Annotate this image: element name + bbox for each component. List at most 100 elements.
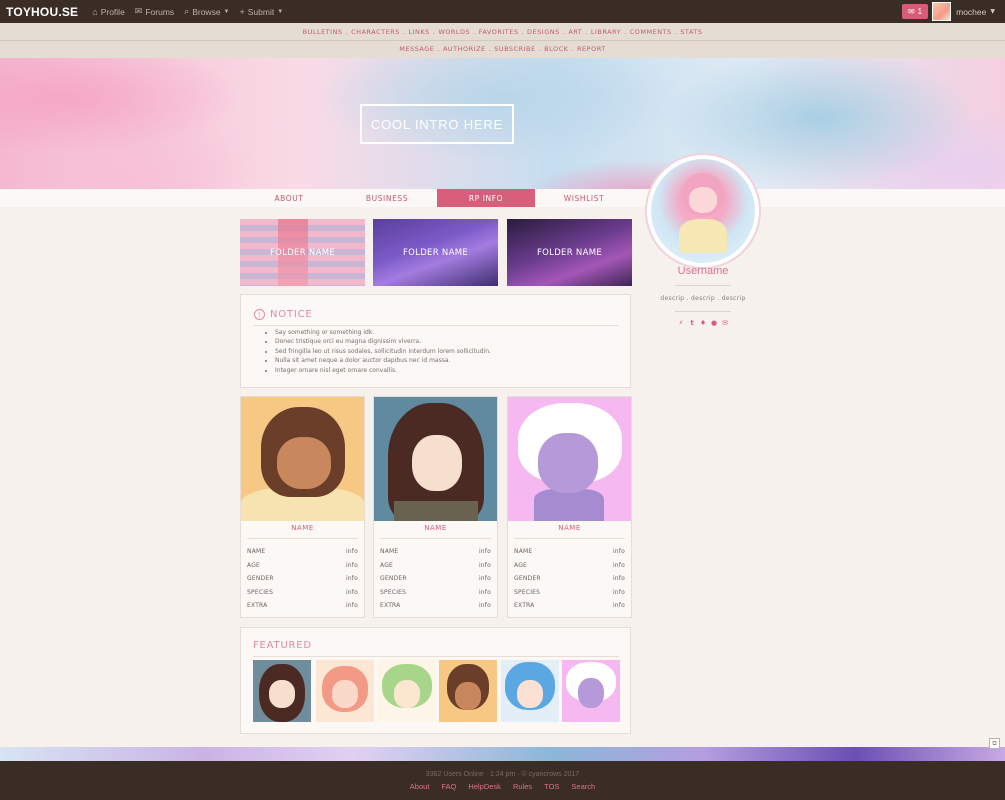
profile-subnav: BULLETINS. CHARACTERS. LINKS. WORLDS. FAVORI…	[0, 23, 1005, 58]
folder-tile[interactable]: FOLDER NAME	[240, 219, 365, 286]
character-card[interactable]: NAME NAME info AGE info GENDER info SPECIES…	[240, 396, 365, 618]
subnav-link-links[interactable]: LINKS	[408, 28, 429, 36]
footer-link-helpdesk[interactable]: HelpDesk	[468, 782, 501, 791]
subnav-row-primary: BULLETINS. CHARACTERS. LINKS. WORLDS. FAVORI…	[0, 23, 1005, 40]
divider	[675, 311, 731, 312]
chevron-down-icon[interactable]: ▼	[990, 8, 995, 15]
character-info: NAME info AGE info GENDER info SPECIES info …	[380, 548, 491, 616]
separator: .	[585, 27, 588, 36]
separator: .	[402, 27, 406, 36]
info-row: EXTRA info	[247, 602, 358, 616]
profile-avatar[interactable]	[645, 153, 761, 269]
subnav-link-block[interactable]: BLOCK	[544, 45, 568, 53]
nav-submit[interactable]: + Submit ▼	[240, 7, 284, 17]
footer-link-rules[interactable]: Rules	[513, 782, 532, 791]
tab-wishlist[interactable]: WISHLIST	[535, 189, 633, 207]
nav-profile[interactable]: ⌂ Profile	[92, 7, 125, 17]
subnav-link-designs[interactable]: DESIGNS	[527, 28, 560, 36]
user-avatar[interactable]	[932, 2, 952, 21]
list-item: Integer ornare nisl eget ornare convalli…	[275, 366, 491, 375]
info-row: SPECIES info	[247, 589, 358, 603]
subnav-link-report[interactable]: REPORT	[577, 45, 606, 53]
plus-icon: +	[239, 6, 245, 17]
folder-tile[interactable]: FOLDER NAME	[373, 219, 498, 286]
list-item: Say something or something idk.	[275, 328, 491, 337]
nav-forums[interactable]: ✉ Forums	[135, 6, 174, 17]
featured-thumb[interactable]	[501, 660, 559, 722]
info-label: AGE	[514, 561, 528, 569]
subnav-link-bulletins[interactable]: BULLETINS	[303, 28, 343, 36]
site-logo[interactable]: TOYHOU.SE	[6, 5, 78, 19]
info-row: GENDER info	[514, 575, 625, 589]
tab-rp-info[interactable]: RP INFO	[437, 189, 535, 207]
featured-thumb[interactable]	[253, 660, 311, 722]
tab-about[interactable]: ABOUT	[240, 189, 338, 207]
character-image	[241, 397, 364, 521]
info-value: info	[345, 575, 358, 583]
subnav-link-library[interactable]: LIBRARY	[591, 28, 621, 36]
nav-browse[interactable]: ⌕ Browse ▼	[184, 6, 229, 17]
footer-link-about[interactable]: About	[410, 782, 430, 791]
subnav-link-worlds[interactable]: WORLDS	[438, 28, 470, 36]
tumblr-icon[interactable]: t	[689, 320, 696, 327]
footer-link-faq[interactable]: FAQ	[441, 782, 456, 791]
info-value: info	[345, 602, 358, 610]
featured-thumb[interactable]	[378, 660, 436, 722]
info-value: info	[478, 602, 491, 610]
separator: .	[521, 27, 525, 36]
subnav-link-authorize[interactable]: AUTHORIZE	[443, 45, 486, 53]
info-label: GENDER	[514, 575, 541, 583]
tab-business[interactable]: BUSINESS	[338, 189, 436, 207]
subnav-link-comments[interactable]: COMMENTS	[630, 28, 672, 36]
info-value: info	[345, 548, 358, 555]
info-row: SPECIES info	[380, 589, 491, 603]
messages-button[interactable]: ✉ 1	[901, 4, 929, 19]
divider	[253, 656, 619, 657]
subnav-link-favorites[interactable]: FAVORITES	[479, 28, 519, 36]
info-row: EXTRA info	[380, 602, 491, 616]
avatar-image	[651, 159, 755, 263]
info-label: NAME	[380, 548, 399, 555]
info-value: info	[612, 548, 625, 555]
featured-thumb[interactable]	[562, 660, 620, 722]
divider	[247, 538, 358, 539]
info-row: SPECIES info	[514, 589, 625, 603]
folder-name: FOLDER NAME	[536, 247, 603, 258]
top-navbar: TOYHOU.SE ⌂ Profile ✉ Forums ⌕ Browse ▼ …	[0, 0, 1005, 23]
character-image	[508, 397, 631, 521]
folder-tile[interactable]: FOLDER NAME	[507, 219, 632, 286]
info-label: EXTRA	[514, 602, 535, 610]
user-menu-name[interactable]: mochee	[956, 7, 986, 17]
separator: .	[538, 45, 542, 53]
separator: .	[437, 45, 440, 53]
subnav-link-stats[interactable]: STATS	[680, 28, 702, 36]
profile-description: descrip . descrip . descrip	[660, 295, 746, 302]
mail-icon[interactable]: ✉	[722, 320, 729, 327]
info-row: NAME info	[514, 548, 625, 562]
footer-link-tos[interactable]: TOS	[544, 782, 559, 791]
popout-icon[interactable]: ⧉	[989, 738, 1000, 749]
subnav-link-subscribe[interactable]: SUBSCRIBE	[494, 45, 535, 53]
notice-heading: ! NOTICE	[254, 309, 313, 320]
folder-name: FOLDER NAME	[402, 247, 469, 258]
site-footer: 3362 Users Online · 1:24 pm · © cyancrow…	[0, 761, 1005, 800]
footer-link-search[interactable]: Search	[571, 782, 595, 791]
twitter-icon[interactable]: ♦	[700, 320, 707, 327]
nav-profile-label: Profile	[100, 6, 125, 17]
subnav-link-message[interactable]: MESSAGE	[399, 45, 434, 53]
character-card[interactable]: NAME NAME info AGE info GENDER info SPECIES…	[507, 396, 632, 618]
featured-thumb[interactable]	[316, 660, 374, 722]
info-row: AGE info	[247, 562, 358, 576]
divider	[254, 325, 618, 326]
subnav-link-characters[interactable]: CHARACTERS	[351, 28, 400, 36]
paw-icon[interactable]: ●	[711, 320, 718, 327]
featured-thumb[interactable]	[439, 660, 497, 722]
character-card[interactable]: NAME NAME info AGE info GENDER info SPECIES…	[373, 396, 498, 618]
profile-tabs: ABOUT BUSINESS RP INFO WISHLIST	[0, 189, 1005, 207]
subnav-row-secondary: MESSAGE. AUTHORIZE. SUBSCRIBE. BLOCK. REPORT	[0, 40, 1005, 57]
info-row: EXTRA info	[514, 602, 625, 616]
bolt-icon[interactable]: ⚡	[678, 320, 685, 327]
separator: .	[345, 27, 349, 36]
subnav-link-art[interactable]: ART	[568, 28, 582, 36]
info-row: AGE info	[380, 562, 491, 576]
